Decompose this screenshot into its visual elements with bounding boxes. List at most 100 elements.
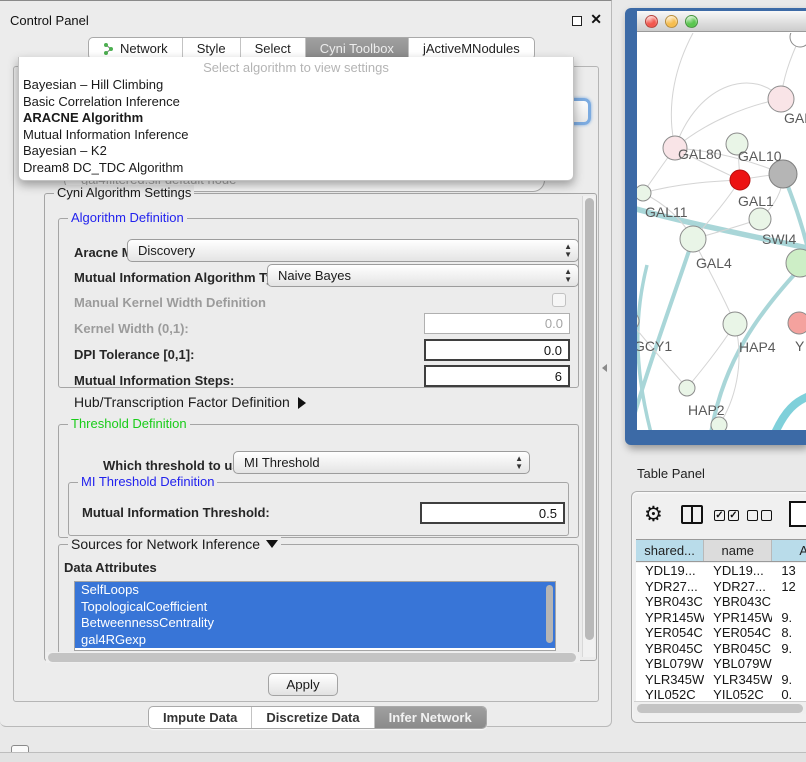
table-cell: 8. <box>772 625 806 641</box>
network-edge[interactable] <box>775 395 806 430</box>
tab-infer-network[interactable]: Infer Network <box>375 707 486 728</box>
screen: Control Panel ✕ gal4filtered.sif default… <box>0 0 806 762</box>
zoom-button[interactable] <box>685 15 698 28</box>
split-pane-collapse-icon[interactable] <box>602 364 607 372</box>
table-cell: 12 <box>772 579 806 595</box>
table-horizontal-scrollbar[interactable] <box>634 701 806 714</box>
tab-impute-data[interactable]: Impute Data <box>149 707 252 728</box>
table-row[interactable]: YBR045CYBR045C9. <box>636 641 806 657</box>
hub-factor-section-toggle[interactable]: Hub/Transcription Factor Definition <box>74 394 306 410</box>
table-row[interactable]: YDL19...YDL19...13 <box>636 563 806 579</box>
table-cell: YDR27... <box>704 579 772 595</box>
dpi-tolerance-field[interactable] <box>424 339 570 361</box>
tab-label: Select <box>255 41 291 56</box>
aracne-mode-combo[interactable]: Discovery ▲▼ <box>127 239 579 262</box>
network-node[interactable] <box>680 226 706 252</box>
minimize-button[interactable] <box>665 15 678 28</box>
attribute-list-item[interactable]: BetweennessCentrality <box>75 615 555 632</box>
table-row[interactable]: YPR145WYPR145W9. <box>636 610 806 626</box>
network-edge[interactable] <box>643 180 740 193</box>
checked-pair-icon[interactable]: ✓✓ <box>714 510 739 521</box>
column-pane-icon[interactable] <box>681 505 703 524</box>
network-graph[interactable]: GALGAL80GAL10GAL11GAL1SWI4GAL4GCY1HAP4YH… <box>637 33 806 430</box>
table-cell <box>772 594 806 610</box>
algorithm-option[interactable]: Bayesian – Hill Climbing <box>19 77 573 94</box>
close-button[interactable] <box>645 15 658 28</box>
mi-algorithm-type-combo[interactable]: Naive Bayes ▲▼ <box>267 264 579 287</box>
hub-factor-label: Hub/Transcription Factor Definition <box>74 394 290 410</box>
column-header[interactable]: A <box>772 540 806 561</box>
tab-cyni-toolbox[interactable]: Cyni Toolbox <box>306 38 409 59</box>
expand-right-icon <box>298 397 306 409</box>
unchecked-pair-icon[interactable] <box>747 510 772 521</box>
network-node[interactable] <box>768 86 794 112</box>
network-node[interactable] <box>711 417 727 430</box>
dpi-tolerance-label: DPI Tolerance [0,1]: <box>74 347 194 362</box>
algorithm-option[interactable]: Basic Correlation Inference <box>19 94 573 111</box>
mi-threshold-field[interactable] <box>420 502 565 524</box>
network-node[interactable] <box>730 170 750 190</box>
attribute-list-item[interactable]: gal4RGexp <box>75 632 555 649</box>
table-panel-title: Table Panel <box>637 466 705 481</box>
network-node[interactable] <box>786 249 806 277</box>
tab-select[interactable]: Select <box>241 38 306 59</box>
network-view-inner: GALGAL80GAL10GAL11GAL1SWI4GAL4GCY1HAP4YH… <box>637 11 806 430</box>
which-threshold-combo[interactable]: MI Threshold ▲▼ <box>233 451 530 474</box>
table-row[interactable]: YLR345WYLR345W9. <box>636 672 806 688</box>
node-label: GAL1 <box>738 193 774 209</box>
mi-algorithm-type-value: Naive Bayes <box>278 268 351 283</box>
network-node[interactable] <box>788 312 806 334</box>
tab-style[interactable]: Style <box>183 38 241 59</box>
network-node[interactable] <box>723 312 747 336</box>
algorithm-option[interactable]: ARACNE Algorithm <box>19 110 573 127</box>
network-node[interactable] <box>679 380 695 396</box>
tab-label: Impute Data <box>163 710 237 725</box>
network-node[interactable] <box>769 160 797 188</box>
table-row[interactable]: YER054CYER054C8. <box>636 625 806 641</box>
tab-network[interactable]: Network <box>89 38 183 59</box>
algorithm-option[interactable]: Bayesian – K2 <box>19 143 573 160</box>
close-panel-icon[interactable]: ✕ <box>590 11 602 28</box>
algorithm-option[interactable]: Dream8 DC_TDC Algorithm <box>19 160 573 177</box>
tab-label: Style <box>197 41 226 56</box>
table-cell: YDL19... <box>636 563 704 579</box>
network-node[interactable] <box>790 33 806 47</box>
combo-arrows-icon: ▲▼ <box>564 243 572 259</box>
table-cell: YBR045C <box>636 641 704 657</box>
node-label: GAL80 <box>678 146 722 162</box>
table-cell: YDL19... <box>704 563 772 579</box>
column-header[interactable]: shared... <box>636 540 704 561</box>
network-node[interactable] <box>749 208 771 230</box>
network-window-titlebar[interactable] <box>637 11 806 32</box>
data-attributes-list[interactable]: SelfLoopsTopologicalCoefficientBetweenne… <box>74 581 556 651</box>
mi-algorithm-type-label: Mutual Information Algorithm Type: <box>74 270 293 285</box>
kernel-width-field[interactable] <box>424 313 570 334</box>
network-node[interactable] <box>637 185 651 201</box>
mi-steps-field[interactable] <box>424 365 570 387</box>
apply-button[interactable]: Apply <box>268 673 338 696</box>
settings-horizontal-scrollbar[interactable] <box>46 652 580 663</box>
algorithm-option[interactable]: Mutual Information Inference <box>19 127 573 144</box>
tab-jactivemnodules[interactable]: jActiveMNodules <box>409 38 534 59</box>
table-cell: YER054C <box>704 625 772 641</box>
settings-vertical-scrollbar[interactable] <box>582 196 595 657</box>
table-cell: YDR27... <box>636 579 704 595</box>
table-row[interactable]: YBL079WYBL079W <box>636 656 806 672</box>
control-panel-title: Control Panel <box>10 13 89 28</box>
tab-discretize-data[interactable]: Discretize Data <box>252 707 374 728</box>
algorithm-definition-title: Algorithm Definition <box>68 210 187 225</box>
manual-kernel-width-checkbox[interactable] <box>552 293 566 307</box>
document-icon[interactable] <box>789 501 806 527</box>
table-row[interactable]: YDR27...YDR27...12 <box>636 579 806 595</box>
attribute-list-item[interactable]: SelfLoops <box>75 582 555 599</box>
combo-arrows-icon: ▲▼ <box>515 455 523 471</box>
float-window-icon[interactable] <box>572 16 582 26</box>
table-row[interactable]: YBR043CYBR043C <box>636 594 806 610</box>
sources-section-toggle[interactable]: Sources for Network Inference <box>68 536 281 552</box>
column-header[interactable]: name <box>704 540 772 561</box>
list-scrollbar-thumb[interactable] <box>546 585 553 643</box>
attribute-list-item[interactable]: TopologicalCoefficient <box>75 599 555 616</box>
gear-icon[interactable]: ⚙ <box>644 504 663 525</box>
network-icon <box>103 43 115 55</box>
network-edge[interactable] <box>693 239 735 324</box>
